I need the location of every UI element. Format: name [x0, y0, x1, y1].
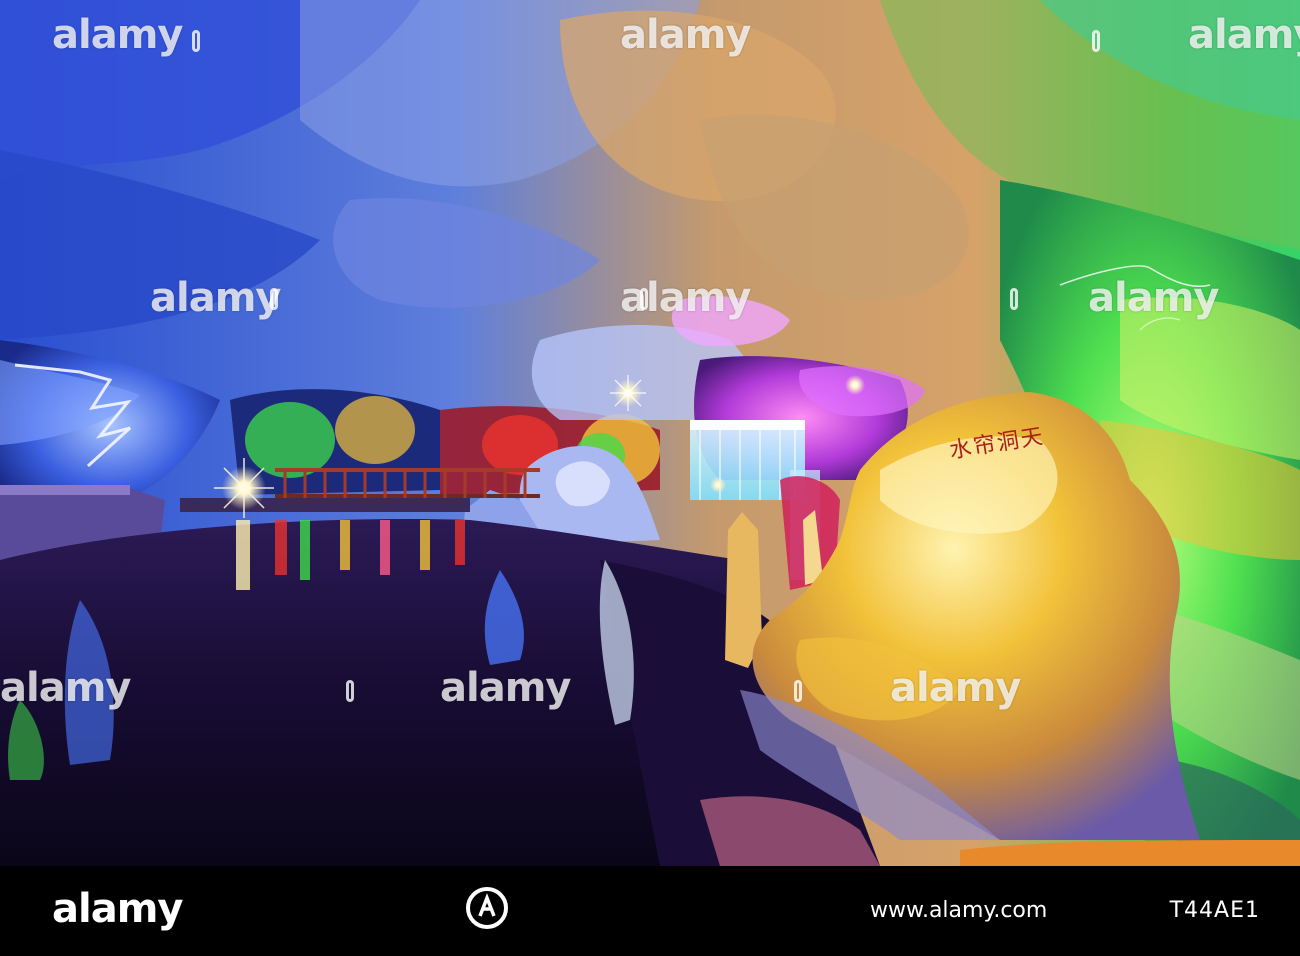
watermark-text: alamy	[890, 665, 1021, 711]
stock-footer-bar: alamy www.alamy.com T44AE1	[0, 866, 1300, 956]
watermark-mark-icon	[192, 30, 200, 52]
watermark-mark-icon	[1092, 30, 1100, 52]
footer-logo[interactable]: alamy	[52, 886, 183, 932]
cave-photo: alamy alamy alamy alamy alamy alamy alam…	[0, 0, 1300, 866]
footer-url[interactable]: www.alamy.com	[870, 898, 1047, 923]
cave-scene	[0, 0, 1300, 866]
watermark-text: alamy	[440, 665, 571, 711]
alamy-a-logo-icon	[466, 887, 508, 929]
watermark-mark-icon	[270, 288, 278, 310]
watermark-text: alamy	[1088, 275, 1219, 321]
watermark-text: alamy	[620, 12, 751, 58]
watermark-text: alamy	[150, 275, 281, 321]
watermark-text: alamy	[52, 12, 183, 58]
watermark-mark-icon	[640, 288, 648, 310]
watermark-mark-icon	[1010, 288, 1018, 310]
watermark-mark-icon	[346, 680, 354, 702]
footer-image-id: T44AE1	[1169, 898, 1260, 923]
stock-photo-frame: alamy alamy alamy alamy alamy alamy alam…	[0, 0, 1300, 956]
watermark-text: alamy	[0, 665, 131, 711]
watermark-text: alamy	[1188, 12, 1300, 58]
watermark-mark-icon	[794, 680, 802, 702]
